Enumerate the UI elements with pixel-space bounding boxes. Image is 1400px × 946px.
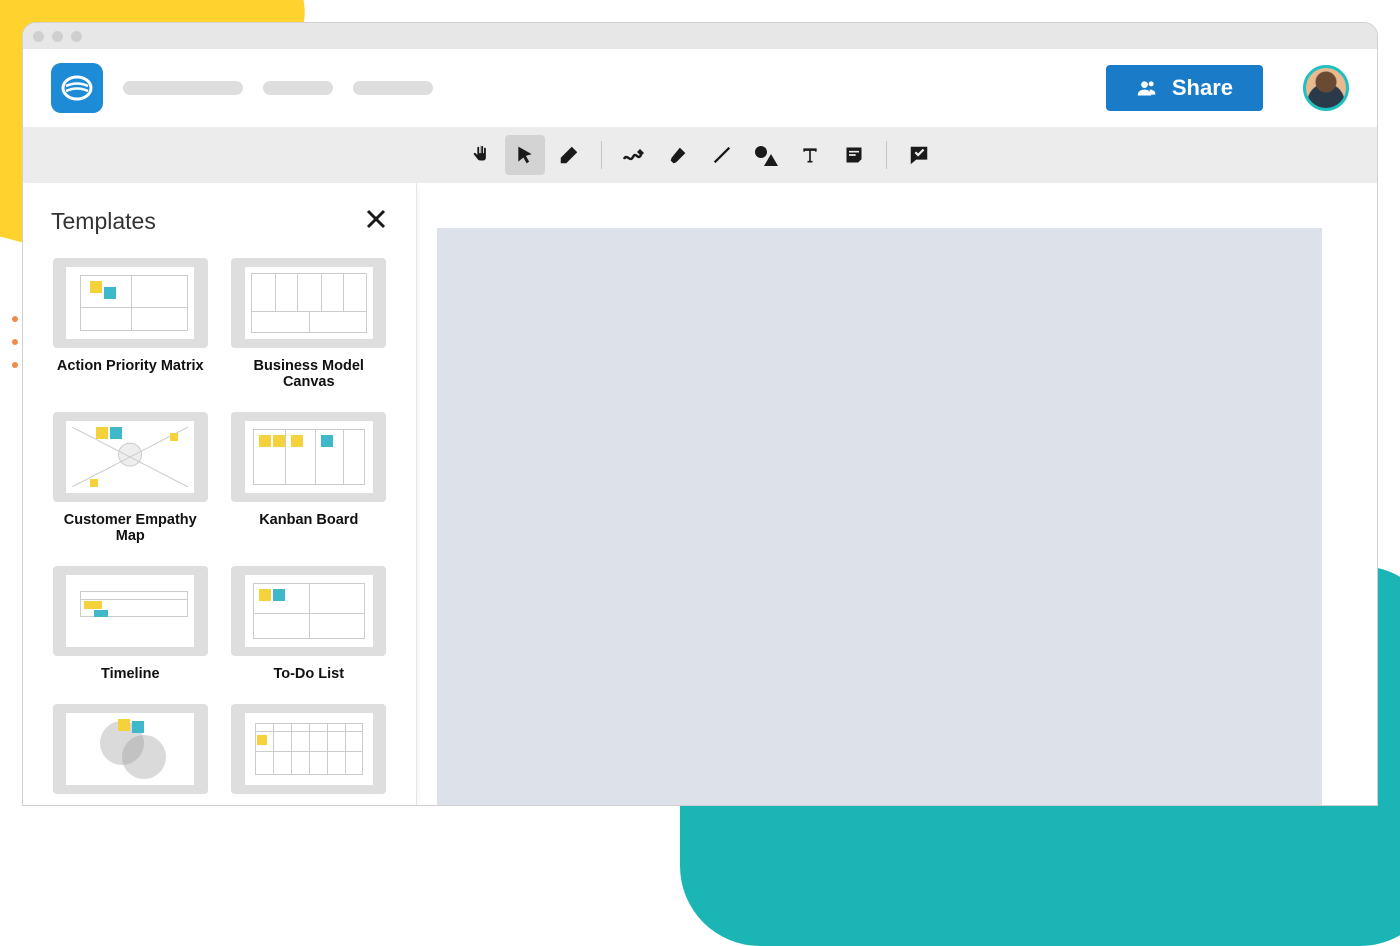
- template-thumb: [53, 566, 208, 656]
- template-thumb: [53, 704, 208, 794]
- traffic-light-min[interactable]: [52, 31, 63, 42]
- pen-icon: [622, 145, 646, 165]
- template-label: Customer Empathy Map: [51, 512, 210, 544]
- template-label: Timeline: [101, 666, 160, 682]
- template-thumb: [231, 258, 386, 348]
- tool-marker[interactable]: [658, 135, 698, 175]
- tool-select[interactable]: [505, 135, 545, 175]
- comment-icon: [908, 144, 930, 166]
- note-icon: [844, 145, 864, 165]
- window-titlebar: [23, 23, 1377, 49]
- template-label: To-Do List: [273, 666, 344, 682]
- breadcrumb-placeholder: [123, 81, 243, 95]
- template-label: Weekly Calendar: [251, 804, 367, 805]
- canvas-blank[interactable]: [437, 228, 1322, 805]
- app-logo[interactable]: [51, 63, 103, 113]
- canvas-area[interactable]: [417, 183, 1377, 805]
- template-todo-list[interactable]: To-Do List: [230, 566, 389, 682]
- line-icon: [711, 144, 733, 166]
- tool-hand[interactable]: [461, 135, 501, 175]
- eraser-icon: [558, 144, 580, 166]
- tool-comment[interactable]: [899, 135, 939, 175]
- breadcrumb-placeholder: [263, 81, 333, 95]
- template-venn-diagram[interactable]: Venn Diagram: [51, 704, 210, 805]
- template-thumb: [231, 566, 386, 656]
- template-label: Business Model Canvas: [230, 358, 389, 390]
- cursor-icon: [515, 145, 535, 165]
- template-action-priority-matrix[interactable]: Action Priority Matrix: [51, 258, 210, 390]
- templates-title: Templates: [51, 208, 156, 235]
- traffic-light-close[interactable]: [33, 31, 44, 42]
- template-business-model-canvas[interactable]: Business Model Canvas: [230, 258, 389, 390]
- browser-window: Share: [22, 22, 1378, 806]
- template-thumb: [53, 258, 208, 348]
- tool-sticky-note[interactable]: [834, 135, 874, 175]
- tool-pen[interactable]: [614, 135, 654, 175]
- template-label: Action Priority Matrix: [57, 358, 204, 374]
- share-label: Share: [1172, 75, 1233, 101]
- user-avatar[interactable]: [1303, 65, 1349, 111]
- template-timeline[interactable]: Timeline: [51, 566, 210, 682]
- people-icon: [1136, 78, 1158, 98]
- template-kanban-board[interactable]: Kanban Board: [230, 412, 389, 544]
- tool-eraser[interactable]: [549, 135, 589, 175]
- app-header: Share: [23, 49, 1377, 127]
- template-label: Venn Diagram: [82, 804, 179, 805]
- text-icon: [800, 145, 820, 165]
- templates-panel: Templates Acti: [23, 183, 417, 805]
- template-thumb: [53, 412, 208, 502]
- template-thumb: [231, 412, 386, 502]
- shapes-icon: [754, 144, 778, 166]
- traffic-light-max[interactable]: [71, 31, 82, 42]
- toolbar-separator: [886, 141, 887, 169]
- close-templates-button[interactable]: [364, 207, 388, 236]
- template-weekly-calendar[interactable]: Weekly Calendar: [230, 704, 389, 805]
- breadcrumb-placeholder: [353, 81, 433, 95]
- template-customer-empathy-map[interactable]: Customer Empathy Map: [51, 412, 210, 544]
- close-icon: [364, 207, 388, 231]
- tool-line[interactable]: [702, 135, 742, 175]
- templates-grid: Action Priority Matrix: [51, 258, 388, 805]
- toolbar-separator: [601, 141, 602, 169]
- template-thumb: [231, 704, 386, 794]
- toolbar: [23, 127, 1377, 183]
- marker-icon: [667, 144, 689, 166]
- share-button[interactable]: Share: [1106, 65, 1263, 111]
- main-content: Templates Acti: [23, 183, 1377, 805]
- tool-text[interactable]: [790, 135, 830, 175]
- tool-shapes[interactable]: [746, 135, 786, 175]
- template-label: Kanban Board: [259, 512, 358, 528]
- hand-icon: [470, 144, 492, 166]
